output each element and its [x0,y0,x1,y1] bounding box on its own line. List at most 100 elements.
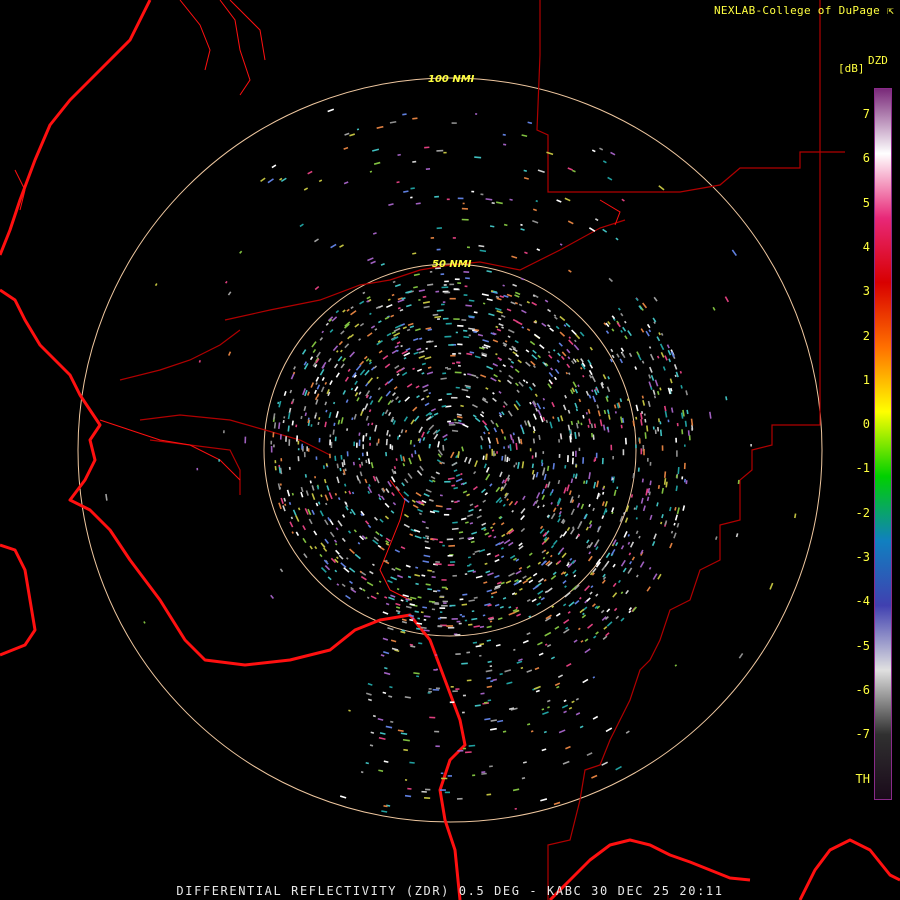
echo-pixel [467,513,474,518]
echo-pixel [676,522,680,528]
echo-pixel [446,393,452,395]
echo-pixel [432,313,439,316]
echo-pixel [452,362,455,365]
echo-pixel [611,328,615,332]
echo-pixel [456,797,463,800]
echo-pixel [433,433,439,440]
echo-pixel [550,512,556,520]
echo-pixel [458,537,464,540]
echo-pixel [377,493,381,498]
echo-pixel [498,369,502,373]
echo-pixel [628,610,632,614]
echo-pixel [509,554,516,559]
echo-pixel [468,623,473,626]
echo-pixel [624,517,629,523]
echo-pixel [445,366,449,369]
echo-pixel [387,298,391,301]
echo-pixel [480,445,483,450]
echo-pixel [532,572,538,577]
echo-pixel [382,637,389,641]
echo-pixel [335,309,340,314]
echo-pixel [291,531,294,534]
echo-pixel [648,374,652,379]
echo-pixel [529,340,536,346]
echo-pixel [441,777,448,780]
echo-pixel [543,578,547,582]
echo-pixel [400,546,406,550]
echo-pixel [324,519,329,526]
echo-pixel [329,439,332,446]
echo-pixel [402,738,410,742]
echo-pixel [391,491,395,497]
echo-pixel [359,300,365,305]
echo-pixel [555,612,561,617]
echo-pixel [487,431,491,435]
echo-pixel [586,539,590,544]
echo-pixel [273,422,277,429]
echo-pixel [349,351,356,358]
echo-pixel [397,307,401,310]
echo-pixel [541,494,546,501]
echo-pixel [344,491,347,494]
echo-pixel [463,329,468,332]
echo-pixel [642,505,646,512]
echo-pixel [340,363,345,369]
echo-pixel [520,666,524,670]
echo-pixel [521,777,526,780]
echo-pixel [309,356,314,361]
echo-pixel [412,160,417,163]
echo-pixel [457,364,461,367]
echo-pixel [556,685,560,689]
echo-pixel [505,580,512,584]
echo-pixel [338,554,344,560]
echo-pixel [395,606,401,609]
echo-pixel [602,160,607,164]
echo-pixel [379,533,383,537]
echo-pixel [473,596,478,599]
echo-pixel [350,310,357,316]
echo-pixel [566,484,570,492]
echo-pixel [599,419,603,427]
echo-pixel [407,575,412,579]
echo-pixel [370,461,374,469]
echo-pixel [340,454,343,460]
echo-pixel [354,323,360,328]
echo-pixel [515,462,518,465]
echo-pixel [514,807,517,810]
echo-pixel [318,417,321,420]
echo-pixel [414,573,421,577]
echo-pixel [371,148,380,152]
echo-pixel [585,480,588,485]
echo-pixel [424,146,430,149]
echo-pixel [546,643,552,648]
echo-pixel [555,325,560,330]
echo-pixel [532,349,537,354]
echo-pixel [648,346,652,349]
echo-pixel [547,383,552,389]
echo-pixel [463,294,468,297]
echo-pixel [279,483,282,486]
echo-pixel [616,353,620,358]
legend-tick: 1 [862,372,870,387]
echo-pixel [580,422,583,426]
echo-pixel [434,315,442,319]
echo-pixel [455,633,461,636]
echo-pixel [591,149,596,153]
echo-pixel [463,456,468,463]
echo-pixel [594,539,600,546]
echo-pixel [508,611,516,616]
echo-pixel [483,581,488,584]
echo-pixel [587,623,594,629]
echo-pixel [367,524,372,529]
echo-pixel [646,425,649,432]
echo-pixel [363,355,368,360]
echo-pixel [669,542,673,549]
echo-pixel [593,481,597,489]
echo-pixel [490,419,495,425]
echo-pixel [412,367,415,371]
echo-pixel [563,324,567,327]
echo-pixel [462,694,466,697]
echo-pixel [451,618,458,620]
echo-pixel [670,530,674,534]
echo-pixel [634,366,638,370]
